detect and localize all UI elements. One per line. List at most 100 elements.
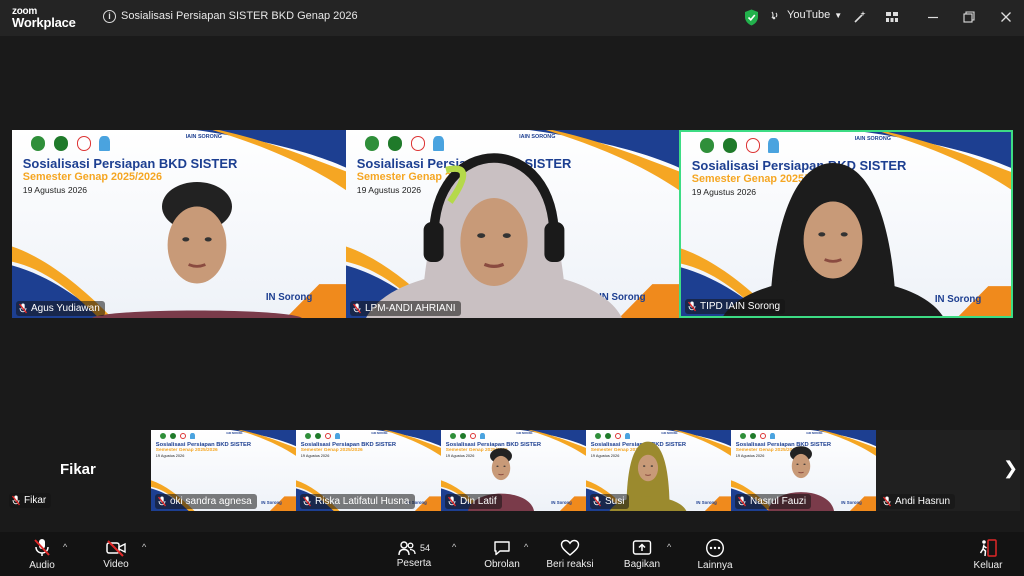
- participant-name-label: TIPD IAIN Sorong: [685, 299, 786, 314]
- participant-name-label: Agus Yudiawan: [16, 301, 105, 316]
- strip-participant-tile[interactable]: IAIN SORONG Sosialisasi Persiapan BKD SIS…: [586, 430, 731, 511]
- chevron-down-icon: ▼: [834, 10, 843, 20]
- participant-video: [723, 163, 943, 316]
- stream-label: YouTube: [787, 9, 831, 21]
- logo-icon: [304, 432, 311, 440]
- video-off-icon: [106, 539, 126, 557]
- mic-muted-icon: [12, 495, 20, 506]
- slide-brand-text: IAIN SORONG: [371, 431, 388, 435]
- participant-tile[interactable]: IAIN SORONG Sosialisasi Persiapan BKD SIS…: [679, 130, 1013, 318]
- slide-subtitle: Semester Genap 2025/2026: [155, 448, 218, 454]
- participant-name-label: LPM-ANDI AHRIANI: [350, 301, 461, 316]
- magic-wand-icon[interactable]: [852, 9, 868, 25]
- institution-logos: [159, 432, 195, 440]
- slide-subtitle: Semester Genap 2025/2026: [300, 448, 363, 454]
- broadcast-icon: [771, 11, 778, 20]
- leave-door-icon: [979, 538, 997, 557]
- audio-button[interactable]: Audio: [22, 532, 62, 576]
- mic-muted-icon: [688, 301, 696, 312]
- more-button[interactable]: Lainnya: [693, 532, 737, 576]
- slide-brand-text: IAIN SORONG: [226, 431, 243, 435]
- share-caret-icon[interactable]: ^: [667, 542, 671, 552]
- more-icon: [705, 538, 725, 557]
- slide-date: 19 Agustus 2026: [300, 454, 330, 459]
- self-view-name: Fikar: [60, 461, 96, 478]
- encryption-shield-icon[interactable]: [744, 9, 759, 26]
- chat-label: Obrolan: [484, 558, 520, 570]
- audio-label: Audio: [29, 559, 55, 571]
- slide-title: Sosialisasi Persiapan BKD SISTER: [155, 441, 252, 448]
- strip-participant-tile[interactable]: IAIN SORONG Sosialisasi Persiapan BKD SIS…: [151, 430, 296, 511]
- minimize-icon[interactable]: [925, 9, 941, 25]
- participant-name-label: Nasrul Fauzi: [735, 494, 812, 509]
- self-label-text: Fikar: [24, 495, 47, 506]
- participants-icon: [398, 540, 416, 555]
- share-label: Bagikan: [623, 558, 661, 570]
- view-grid-icon[interactable]: [884, 9, 900, 25]
- participant-name: Susi: [605, 496, 625, 507]
- participant-name: Din Latif: [460, 496, 497, 507]
- participant-name: Riska Latifatul Husna: [315, 496, 410, 507]
- participant-tile[interactable]: IAIN SORONG Sosialisasi Persiapan BKD SIS…: [12, 130, 346, 318]
- audio-options-caret-icon[interactable]: ^: [63, 542, 67, 552]
- video-button[interactable]: Video: [96, 532, 136, 576]
- title-bar: zoom Workplace i Sosialisasi Persiapan S…: [0, 0, 1024, 36]
- slide-date: 19 Agustus 2026: [155, 454, 185, 459]
- participants-label: Peserta: [396, 557, 432, 569]
- chat-button[interactable]: Obrolan: [480, 532, 524, 576]
- next-page-arrow-icon[interactable]: ❯: [1003, 458, 1018, 479]
- mic-muted-icon: [353, 303, 361, 314]
- reactions-label: Beri reaksi: [546, 558, 594, 570]
- meeting-toolbar: Audio ^ Video ^ 54 Peserta ^ Obrolan ^ B…: [0, 532, 1024, 576]
- participant-name: Nasrul Fauzi: [750, 496, 807, 507]
- participants-caret-icon[interactable]: ^: [452, 542, 456, 552]
- mic-muted-icon: [883, 496, 891, 507]
- mic-muted-icon: [593, 496, 601, 507]
- logo-icon: [324, 432, 331, 440]
- slide-footer: IN Sorong: [261, 499, 282, 505]
- slide-title: Sosialisasi Persiapan BKD SISTER: [300, 441, 397, 448]
- participant-name-label: Andi Hasrun: [880, 494, 956, 509]
- share-button[interactable]: Bagikan: [620, 532, 664, 576]
- strip-participant-tile[interactable]: IAIN SORONG Sosialisasi Persiapan BKD SIS…: [441, 430, 586, 511]
- info-icon[interactable]: i: [103, 10, 116, 23]
- reactions-button[interactable]: Beri reaksi: [544, 532, 596, 576]
- mic-muted-icon: [448, 496, 456, 507]
- logo-icon: [334, 432, 340, 440]
- participants-button[interactable]: 54 Peserta: [392, 532, 436, 576]
- logo-line2: Workplace: [12, 15, 76, 30]
- participant-name: LPM-ANDI AHRIANI: [365, 303, 456, 314]
- participant-name: Agus Yudiawan: [31, 303, 100, 314]
- logo-icon: [189, 432, 195, 440]
- zoom-workplace-logo: zoom Workplace: [12, 6, 76, 30]
- participant-name-label: Susi: [590, 494, 630, 509]
- participant-name: TIPD IAIN Sorong: [700, 301, 781, 312]
- restore-icon[interactable]: [961, 9, 977, 25]
- strip-participant-tile[interactable]: Andi Hasrun: [876, 430, 1020, 511]
- logo-icon: [169, 432, 176, 440]
- leave-label: Keluar: [973, 559, 1003, 571]
- mic-muted-icon: [303, 496, 311, 507]
- mic-muted-icon: [19, 303, 27, 314]
- logo-icon: [179, 432, 186, 440]
- strip-participant-tile[interactable]: IAIN SORONG Sosialisasi Persiapan BKD SIS…: [731, 430, 876, 511]
- video-options-caret-icon[interactable]: ^: [142, 542, 146, 552]
- livestream-indicator[interactable]: YouTube ▼: [771, 9, 842, 21]
- leave-button[interactable]: Keluar: [966, 532, 1010, 576]
- chat-caret-icon[interactable]: ^: [524, 542, 528, 552]
- logo-icon: [314, 432, 321, 440]
- heart-icon: [560, 539, 580, 556]
- participant-name-label: Din Latif: [445, 494, 502, 509]
- participant-tile[interactable]: IAIN SORONG Sosialisasi Persiapan BKD SIS…: [346, 130, 679, 318]
- close-icon[interactable]: [998, 9, 1014, 25]
- participant-name-label: Riska Latifatul Husna: [300, 494, 415, 509]
- participant-name: Andi Hasrun: [895, 496, 951, 507]
- strip-participant-tile[interactable]: IAIN SORONG Sosialisasi Persiapan BKD SIS…: [296, 430, 441, 511]
- more-label: Lainnya: [697, 559, 733, 571]
- institution-logos: [304, 432, 340, 440]
- participant-name-label: oki sandra agnesa: [155, 494, 257, 509]
- mic-muted-icon: [158, 496, 166, 507]
- mic-muted-icon: [738, 496, 746, 507]
- chat-icon: [494, 540, 510, 555]
- video-label: Video: [103, 558, 129, 570]
